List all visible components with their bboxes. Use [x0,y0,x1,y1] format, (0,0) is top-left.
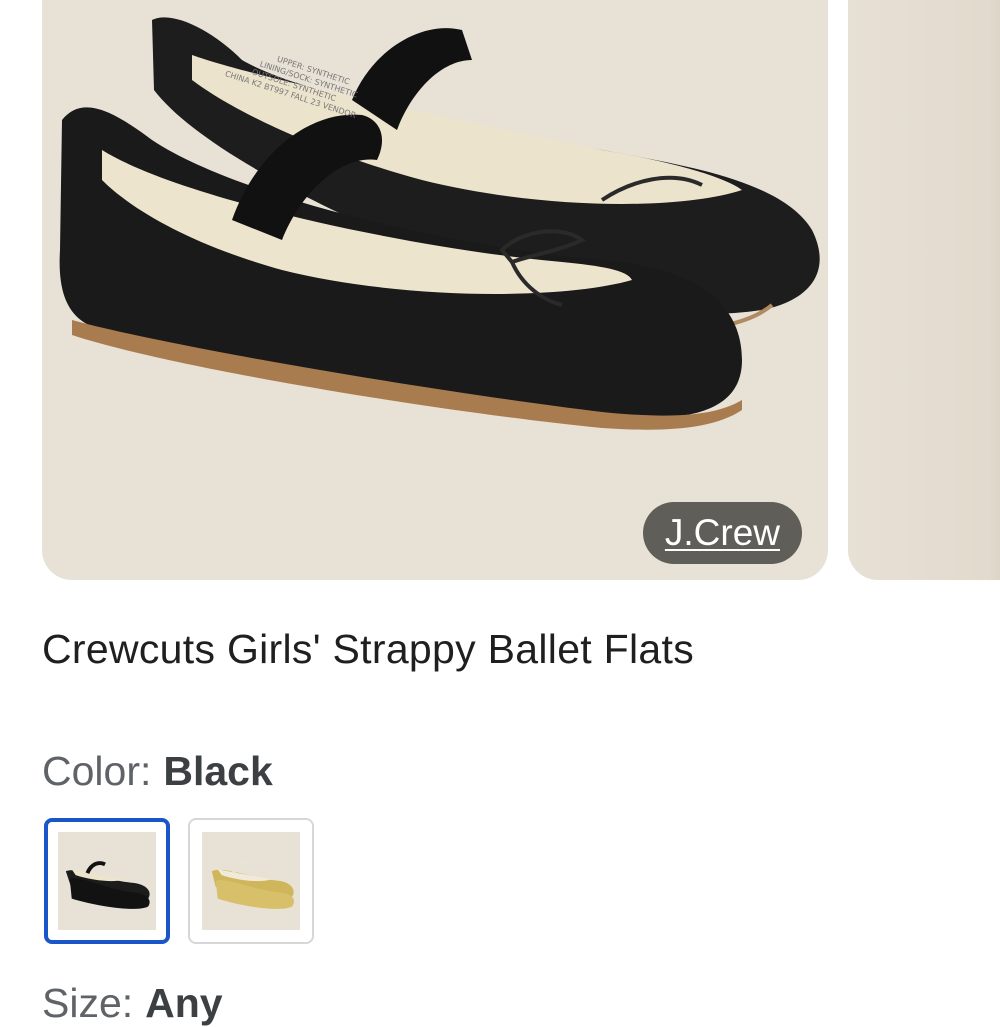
size-value: Any [145,980,223,1026]
size-selection: Size: Any [42,980,223,1027]
brand-link[interactable]: J.Crew [642,502,802,564]
product-image-card[interactable]: UPPER: SYNTHETIC LINING/SOCK: SYNTHETIC … [42,0,828,580]
next-image-card[interactable] [848,0,1000,580]
product-photo: UPPER: SYNTHETIC LINING/SOCK: SYNTHETIC … [59,17,820,430]
image-carousel[interactable]: UPPER: SYNTHETIC LINING/SOCK: SYNTHETIC … [0,0,1000,580]
size-label: Size: [42,980,134,1026]
color-selection: Color: Black [42,748,273,795]
color-label: Color: [42,748,152,794]
gold-shoe-thumbnail [202,832,300,930]
color-swatch-gold[interactable] [188,818,314,944]
black-shoe-thumbnail [58,832,156,930]
color-swatch-black[interactable] [44,818,170,944]
product-title: Crewcuts Girls' Strappy Ballet Flats [42,626,695,672]
color-value: Black [163,748,273,794]
